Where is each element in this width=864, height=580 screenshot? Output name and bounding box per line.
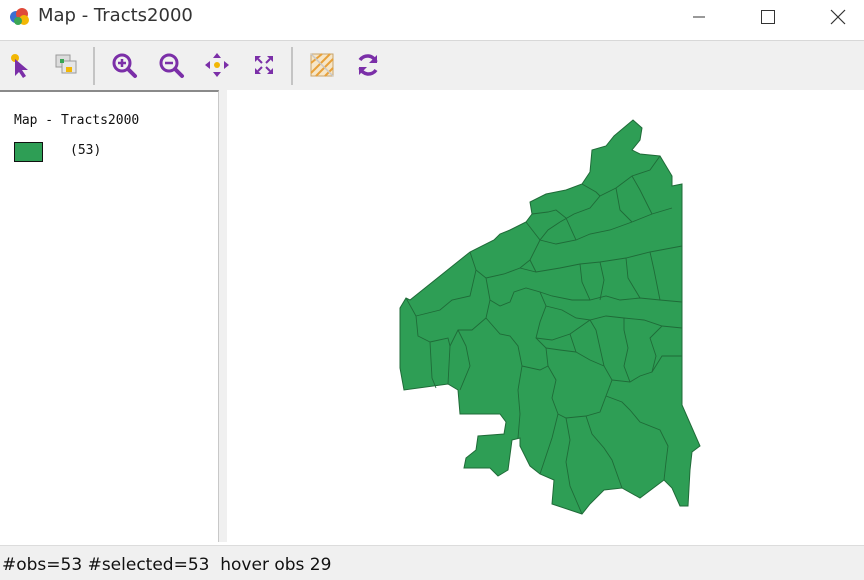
title-bar: Map - Tracts2000	[0, 0, 864, 34]
tract-polygons[interactable]	[399, 119, 701, 515]
zoom-in-icon	[112, 53, 137, 78]
tracts-map[interactable]	[227, 90, 864, 542]
map-canvas[interactable]	[227, 90, 864, 542]
legend-swatch[interactable]	[14, 142, 43, 162]
zoom-in-button[interactable]	[108, 49, 140, 81]
basemap-button[interactable]	[306, 49, 338, 81]
select-arrow-icon	[11, 54, 28, 78]
full-extent-button[interactable]	[248, 49, 280, 81]
toolbar-separator	[93, 47, 95, 85]
selection-tool-button[interactable]	[50, 49, 82, 81]
select-tool-button[interactable]	[4, 49, 36, 81]
pan-button[interactable]	[201, 49, 233, 81]
full-extent-icon	[255, 56, 273, 74]
app-icon	[8, 6, 32, 28]
minimize-icon	[693, 16, 705, 18]
maximize-button[interactable]	[745, 0, 791, 34]
legend-title: Map - Tracts2000	[14, 113, 140, 128]
zoom-out-button[interactable]	[155, 49, 187, 81]
window-title: Map - Tracts2000	[38, 5, 193, 26]
zoom-out-icon	[159, 53, 184, 78]
status-text: #obs=53 #selected=53 hover obs 29	[2, 555, 332, 575]
legend-panel: Map - Tracts2000 (53)	[0, 90, 219, 542]
basemap-icon	[310, 53, 334, 77]
selection-tool-icon	[55, 54, 77, 74]
minimize-button[interactable]	[676, 0, 722, 34]
close-icon	[830, 9, 846, 25]
panel-splitter[interactable]	[219, 90, 227, 542]
toolbar	[0, 40, 864, 91]
close-button[interactable]	[815, 0, 861, 34]
refresh-button[interactable]	[352, 49, 384, 81]
refresh-icon	[358, 54, 378, 76]
maximize-icon	[761, 10, 775, 24]
pan-icon	[205, 53, 229, 77]
toolbar-separator	[291, 47, 293, 85]
legend-item-count: (53)	[70, 143, 102, 158]
map-outline[interactable]	[399, 119, 701, 515]
status-bar: #obs=53 #selected=53 hover obs 29	[0, 545, 864, 580]
